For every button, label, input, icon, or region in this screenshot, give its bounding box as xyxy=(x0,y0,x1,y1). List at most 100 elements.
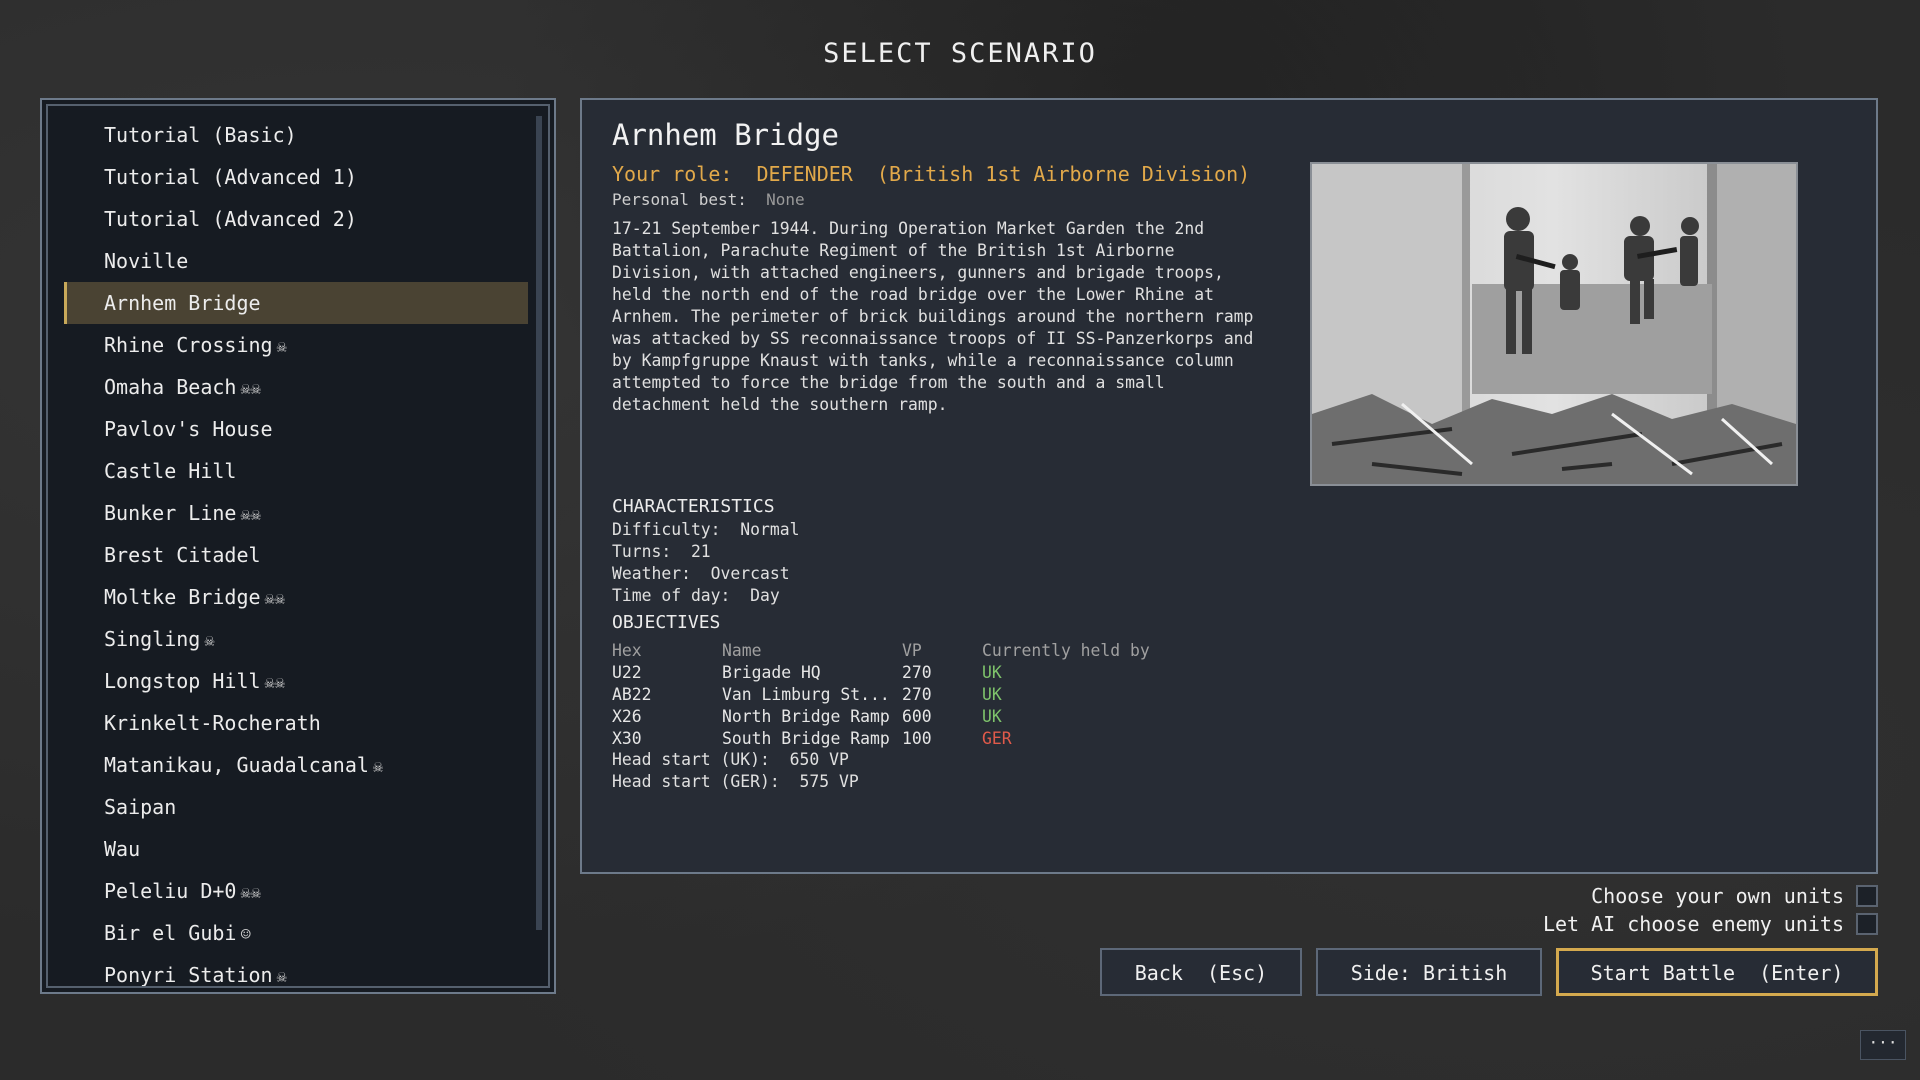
scenario-list-item[interactable]: Krinkelt-Rocherath xyxy=(64,702,528,744)
own-units-label: Choose your own units xyxy=(1591,884,1844,908)
scenario-label: Arnhem Bridge xyxy=(104,291,261,315)
col-vp: VP xyxy=(902,641,922,660)
weather-value: Weather: Overcast xyxy=(612,564,790,583)
scenario-list-item[interactable]: Tutorial (Advanced 2) xyxy=(64,198,528,240)
skull-icon: ☠ xyxy=(276,337,287,357)
scenario-list-item[interactable]: Longstop Hill ☠☠ xyxy=(64,660,528,702)
scenario-list-item[interactable]: Bir el Gubi ☺ xyxy=(64,912,528,954)
scenario-label: Wau xyxy=(104,837,141,861)
player-role: Your role: DEFENDER (British 1st Airborn… xyxy=(612,162,1251,186)
more-options-button[interactable]: ··· xyxy=(1860,1030,1906,1060)
scenario-list: Tutorial (Basic) Tutorial (Advanced 1) Tut… xyxy=(46,104,550,988)
objective-held-by: UK xyxy=(982,707,1002,726)
skull-icon: ☠☠ xyxy=(240,379,261,399)
scenario-label: Peleliu D+0 xyxy=(104,879,237,903)
scenario-list-item[interactable]: Rhine Crossing ☠ xyxy=(64,324,528,366)
scenario-list-item[interactable]: Pavlov's House xyxy=(64,408,528,450)
objective-held-by: UK xyxy=(982,685,1002,704)
scenario-label: Brest Citadel xyxy=(104,543,261,567)
objective-hex: X30 xyxy=(612,729,642,748)
scenario-label: Rhine Crossing xyxy=(104,333,273,357)
time-of-day-value: Time of day: Day xyxy=(612,586,780,605)
scenario-list-item[interactable]: Ponyri Station ☠ xyxy=(64,954,528,987)
scenario-label: Castle Hill xyxy=(104,459,237,483)
back-button[interactable]: Back (Esc) xyxy=(1100,948,1302,996)
scenario-photo xyxy=(1310,162,1798,486)
own-units-option[interactable]: Choose your own units xyxy=(1591,884,1878,908)
objective-held-by: UK xyxy=(982,663,1002,682)
scenario-list-item[interactable]: Moltke Bridge ☠☠ xyxy=(64,576,528,618)
scenario-description: 17-21 September 1944. During Operation M… xyxy=(612,219,1254,414)
scenario-detail-panel: Arnhem Bridge Your role: DEFENDER (Briti… xyxy=(580,98,1878,874)
scenario-label: Singling xyxy=(104,627,201,651)
scenario-label: Tutorial (Advanced 1) xyxy=(104,165,357,189)
objective-name: North Bridge Ramp xyxy=(722,707,890,726)
scenario-label: Saipan xyxy=(104,795,177,819)
scenario-label: Longstop Hill xyxy=(104,669,261,693)
col-held: Currently held by xyxy=(982,641,1150,660)
personal-best-label: Personal best: xyxy=(612,190,747,209)
turns-value: Turns: 21 xyxy=(612,542,711,561)
ai-enemy-label: Let AI choose enemy units xyxy=(1542,912,1844,936)
objective-row: X26 North Bridge Ramp 600 UK xyxy=(612,706,1182,728)
scenario-label: Tutorial (Basic) xyxy=(104,123,297,147)
scenario-list-item[interactable]: Noville xyxy=(64,240,528,282)
scenario-list-scrollbar[interactable] xyxy=(536,116,542,930)
scenario-list-item[interactable]: Tutorial (Advanced 1) xyxy=(64,156,528,198)
side-button[interactable]: Side: British xyxy=(1316,948,1542,996)
skull-icon: ☠☠ xyxy=(264,589,286,609)
objective-name: South Bridge Ramp xyxy=(722,729,890,748)
scenario-label: Moltke Bridge xyxy=(104,585,261,609)
ai-enemy-option[interactable]: Let AI choose enemy units xyxy=(1543,912,1878,936)
scenario-label: Omaha Beach xyxy=(104,375,237,399)
objective-row: U22 Brigade HQ 270 UK xyxy=(612,662,1182,684)
scenario-list-items: Tutorial (Basic) Tutorial (Advanced 1) Tut… xyxy=(64,114,528,987)
own-units-checkbox[interactable] xyxy=(1856,885,1878,907)
smiley-icon: ☺ xyxy=(240,925,251,945)
scenario-label: Krinkelt-Rocherath xyxy=(104,711,321,735)
scenario-list-item[interactable]: Arnhem Bridge xyxy=(64,282,528,324)
screen-title: SELECT SCENARIO xyxy=(823,38,1097,69)
scenario-label: Tutorial (Advanced 2) xyxy=(104,207,357,231)
scenario-title: Arnhem Bridge xyxy=(612,118,839,152)
scenario-list-item[interactable]: Tutorial (Basic) xyxy=(64,114,528,156)
objective-row: X30 South Bridge Ramp 100 GER xyxy=(612,728,1182,750)
skull-icon: ☠ xyxy=(204,631,215,651)
objective-vp: 270 xyxy=(902,663,932,682)
skull-icon: ☠☠ xyxy=(264,673,286,693)
skull-icon: ☠ xyxy=(372,757,384,777)
personal-best: Personal best: None xyxy=(612,190,805,209)
head-start-uk: Head start (UK): 650 VP xyxy=(612,750,849,769)
objectives-table: Hex Name VP Currently held by U22 Brigade… xyxy=(612,640,1182,750)
skull-icon: ☠☠ xyxy=(240,883,261,903)
personal-best-value: None xyxy=(766,190,805,209)
objective-held-by: GER xyxy=(982,729,1012,748)
objective-hex: AB22 xyxy=(612,685,652,704)
skull-icon: ☠ xyxy=(276,967,287,987)
objective-vp: 600 xyxy=(902,707,932,726)
start-battle-button[interactable]: Start Battle (Enter) xyxy=(1556,948,1878,996)
scenario-label: Ponyri Station xyxy=(104,963,273,987)
scenario-list-item[interactable]: Wau xyxy=(64,828,528,870)
scenario-list-item[interactable]: Brest Citadel xyxy=(64,534,528,576)
scenario-label: Noville xyxy=(104,249,189,273)
objectives-heading: OBJECTIVES xyxy=(612,612,721,633)
skull-icon: ☠☠ xyxy=(240,505,261,525)
ai-enemy-checkbox[interactable] xyxy=(1856,913,1878,935)
objective-hex: X26 xyxy=(612,707,642,726)
scenario-list-item[interactable]: Saipan xyxy=(64,786,528,828)
scenario-label: Matanikau, Guadalcanal xyxy=(104,753,369,777)
objective-name: Brigade HQ xyxy=(722,663,821,682)
col-name: Name xyxy=(722,641,762,660)
objective-name: Van Limburg St... xyxy=(722,685,890,704)
scenario-list-item[interactable]: Singling ☠ xyxy=(64,618,528,660)
scenario-list-panel: Tutorial (Basic) Tutorial (Advanced 1) Tut… xyxy=(40,98,556,994)
scenario-list-item[interactable]: Bunker Line ☠☠ xyxy=(64,492,528,534)
difficulty-value: Difficulty: Normal xyxy=(612,520,800,539)
scenario-list-item[interactable]: Matanikau, Guadalcanal ☠ xyxy=(64,744,528,786)
scenario-list-item[interactable]: Peleliu D+0 ☠☠ xyxy=(64,870,528,912)
scenario-list-item[interactable]: Omaha Beach ☠☠ xyxy=(64,366,528,408)
characteristics-heading: CHARACTERISTICS xyxy=(612,496,775,517)
scenario-list-item[interactable]: Castle Hill xyxy=(64,450,528,492)
scenario-label: Pavlov's House xyxy=(104,417,273,441)
